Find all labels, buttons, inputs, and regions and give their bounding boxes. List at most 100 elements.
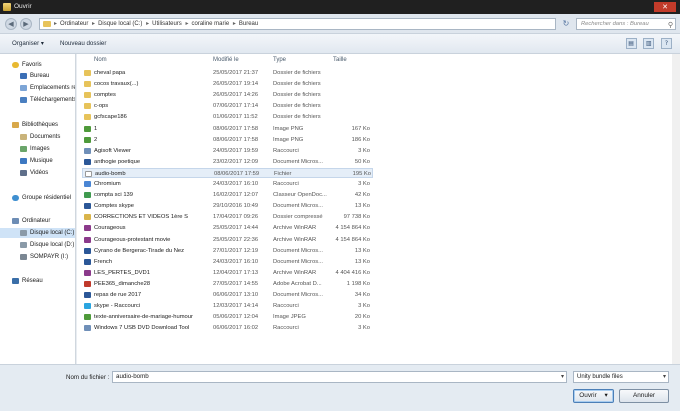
nav-computer[interactable]: Ordinateur	[0, 216, 75, 226]
file-size: 186 Ko	[351, 136, 370, 143]
breadcrumb-user[interactable]: coraline marie	[191, 21, 229, 27]
view-options-icon[interactable]: ▤	[625, 38, 637, 49]
file-name: audio-bomb	[95, 170, 126, 177]
file-row[interactable]: LES_PERTES_DVD1 12/04/2017 17:13 Archive W…	[82, 268, 373, 278]
file-type: Raccourci	[273, 325, 299, 332]
column-header-type[interactable]: Type	[273, 57, 286, 63]
file-size: 50 Ko	[354, 158, 370, 165]
nav-item-documents[interactable]: Documents	[0, 132, 75, 142]
chevron-down-icon[interactable]: ▾	[663, 372, 666, 382]
file-name: skype - Raccourci	[94, 303, 141, 310]
file-name: Courageous	[94, 225, 126, 232]
nav-libraries[interactable]: Bibliothèques	[0, 120, 75, 130]
column-header-date[interactable]: Modifié le	[213, 57, 239, 63]
file-row[interactable]: French 24/03/2017 16:10 Document Micros...…	[82, 257, 373, 267]
breadcrumb-separator: ▸	[92, 21, 96, 27]
file-size: 4 154 864 Ko	[335, 225, 371, 232]
file-row[interactable]: skype - Raccourci 12/03/2017 14:14 Raccour…	[82, 301, 373, 311]
help-icon[interactable]: ?	[661, 38, 672, 49]
file-row[interactable]: PEE365_dimanche28 27/05/2017 14:55 Adobe A…	[82, 279, 373, 289]
file-type: Dossier de fichiers	[273, 103, 321, 110]
nav-network[interactable]: Réseau	[0, 276, 75, 286]
close-button[interactable]: ✕	[654, 2, 676, 12]
file-type: Image JPEG	[273, 314, 306, 321]
file-name: c-ops	[94, 103, 109, 110]
nav-item-drive-i[interactable]: SOMPAYR (I:)	[0, 252, 75, 262]
filename-value: audio-bomb	[116, 373, 149, 380]
nav-item-drive-c[interactable]: Disque local (C:)	[0, 228, 75, 238]
nav-item-recent-places[interactable]: Emplacements ré	[0, 83, 75, 93]
chevron-down-icon[interactable]: ▾	[604, 392, 607, 399]
file-row[interactable]: Comptes skype 29/10/2016 10:49 Document Mi…	[82, 201, 373, 211]
file-date: 08/06/2017 17:58	[213, 136, 259, 143]
file-row[interactable]: CORRECTIONS ET VIDEOS 1ère S 17/04/2017 0…	[82, 212, 373, 222]
breadcrumb-separator: ▸	[146, 21, 150, 27]
pdf-icon	[84, 280, 91, 287]
file-size: 34 Ko	[354, 292, 370, 298]
nav-favorites[interactable]: Favoris	[0, 60, 75, 70]
nav-item-images[interactable]: Images	[0, 144, 75, 154]
file-row[interactable]: gcfscape186 01/06/2017 11:52 Dossier de fi…	[82, 112, 373, 122]
file-date: 16/02/2017 12:07	[213, 192, 259, 199]
nav-item-bureau[interactable]: Bureau	[0, 71, 75, 81]
vertical-scrollbar[interactable]	[672, 54, 680, 364]
file-type: Dossier de fichiers	[273, 114, 321, 121]
file-row[interactable]: Courageous-protestant movie 25/05/2017 22…	[82, 235, 373, 245]
preview-pane-icon[interactable]: ▥	[643, 38, 655, 49]
column-header-size[interactable]: Taille	[333, 57, 347, 63]
file-row[interactable]: Cyrano de Bergerac-Tirade du Nez 27/01/20…	[82, 246, 373, 256]
file-row[interactable]: anthogie poetique 23/02/2017 12:09 Documen…	[82, 157, 373, 167]
cancel-button[interactable]: Annuler	[619, 389, 669, 403]
file-type: Archive WinRAR	[273, 236, 317, 243]
chevron-down-icon[interactable]: ▾	[561, 372, 564, 382]
file-row[interactable]: cheval papa 25/05/2017 21:37 Dossier de fi…	[82, 68, 373, 78]
file-row[interactable]: Agisoft Viewer 24/05/2017 19:59 Raccourci 3…	[82, 146, 373, 156]
file-row[interactable]: 2 08/06/2017 17:58 Image PNG 186 Ko	[82, 135, 373, 145]
forward-button[interactable]: ▶	[20, 18, 32, 30]
nav-item-downloads[interactable]: Téléchargements	[0, 95, 75, 105]
file-size: 13 Ko	[354, 247, 370, 254]
column-header-name[interactable]: Nom	[94, 57, 107, 63]
nav-item-label: SOMPAYR (I:)	[30, 254, 69, 260]
back-button[interactable]: ◀	[5, 18, 17, 30]
file-row[interactable]: compta sci 139 16/02/2017 12:07 Classeur O…	[82, 190, 373, 200]
breadcrumb-separator: ▸	[185, 21, 189, 27]
file-row[interactable]: texte-anniversaire-de-mariage-humour 05/0…	[82, 312, 373, 322]
file-name: French	[94, 258, 113, 265]
breadcrumb[interactable]: ▸ Ordinateur ▸ Disque local (C:) ▸ Utilisat…	[39, 18, 556, 30]
refresh-icon[interactable]: ↻	[560, 18, 572, 30]
file-type: Archive WinRAR	[273, 269, 317, 276]
breadcrumb-ordinateur[interactable]: Ordinateur	[60, 21, 88, 27]
new-folder-button[interactable]: Nouveau dossier	[60, 40, 106, 47]
search-input[interactable]: Rechercher dans : Bureau ⚲	[576, 18, 676, 30]
file-row[interactable]: 1 08/06/2017 17:58 Image PNG 167 Ko	[82, 124, 373, 134]
folder-icon	[84, 103, 91, 110]
breadcrumb-disque-local[interactable]: Disque local (C:)	[98, 21, 142, 27]
file-row[interactable]: Courageous 25/05/2017 14:44 Archive WinRAR…	[82, 223, 373, 233]
file-row[interactable]: audio-bomb 08/06/2017 17:59 Fichier 195 Ko	[82, 167, 373, 178]
file-row[interactable]: repas de rue 2017 06/06/2017 13:10 Documen…	[82, 290, 373, 300]
open-button[interactable]: Ouvrir ▾	[573, 389, 614, 403]
nav-item-drive-d[interactable]: Disque local (D:)	[0, 240, 75, 250]
file-size: 3 Ko	[358, 325, 370, 332]
file-type: Document Micros...	[273, 258, 323, 265]
chromium-icon	[84, 181, 91, 187]
file-row[interactable]: Chromium 24/03/2017 16:10 Raccourci 3 Ko	[82, 179, 373, 189]
breadcrumb-utilisateurs[interactable]: Utilisateurs	[152, 21, 182, 27]
file-date: 26/05/2017 14:26	[213, 92, 259, 99]
nav-homegroup[interactable]: Groupe résidentiel	[0, 193, 75, 203]
nav-item-music[interactable]: Musique	[0, 156, 75, 166]
file-row[interactable]: cocos travaux(...) 26/05/2017 19:14 Dossie…	[82, 79, 373, 89]
file-size: 1 198 Ko	[346, 280, 370, 287]
documents-icon	[20, 134, 27, 140]
organize-button[interactable]: Organiser ▾	[12, 40, 44, 47]
file-type-select[interactable]: Unity bundle files ▾	[573, 371, 669, 383]
filename-input[interactable]: audio-bomb ▾	[112, 371, 567, 383]
file-row[interactable]: c-ops 07/06/2017 17:14 Dossier de fichiers	[82, 101, 373, 111]
file-row[interactable]: Windows 7 USB DVD Download Tool 06/06/201…	[82, 323, 373, 333]
file-row[interactable]: comptes 26/05/2017 14:26 Dossier de fichie…	[82, 90, 373, 100]
file-name: compta sci 139	[94, 192, 133, 199]
nav-item-videos[interactable]: Vidéos	[0, 168, 75, 178]
breadcrumb-bureau[interactable]: Bureau	[239, 21, 258, 27]
search-icon[interactable]: ⚲	[668, 20, 673, 30]
